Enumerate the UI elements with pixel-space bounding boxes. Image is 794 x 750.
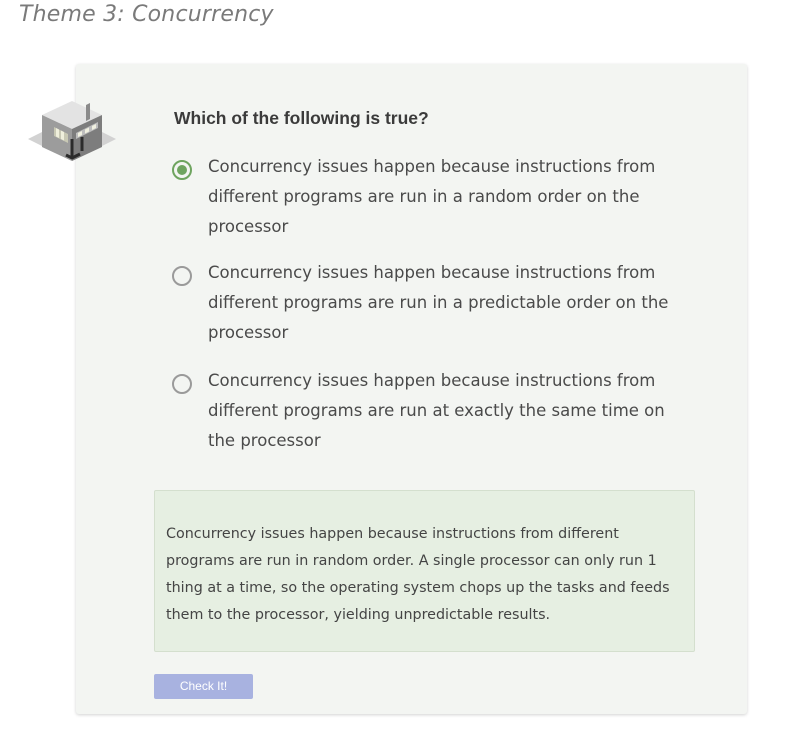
question-text: Which of the following is true? (174, 108, 429, 128)
radio-button-1[interactable] (172, 160, 192, 180)
radio-button-2[interactable] (172, 266, 192, 286)
check-it-button[interactable]: Check It! (154, 674, 253, 699)
page-title: Theme 3: Concurrency (19, 2, 274, 27)
server-room-icon (28, 101, 116, 161)
option-label-2[interactable]: Concurrency issues happen because instru… (208, 258, 688, 348)
radio-button-3[interactable] (172, 374, 192, 394)
feedback-box: Concurrency issues happen because instru… (154, 490, 695, 652)
option-label-3[interactable]: Concurrency issues happen because instru… (208, 366, 688, 456)
feedback-text: Concurrency issues happen because instru… (166, 526, 670, 623)
option-label-1[interactable]: Concurrency issues happen because instru… (208, 152, 688, 242)
